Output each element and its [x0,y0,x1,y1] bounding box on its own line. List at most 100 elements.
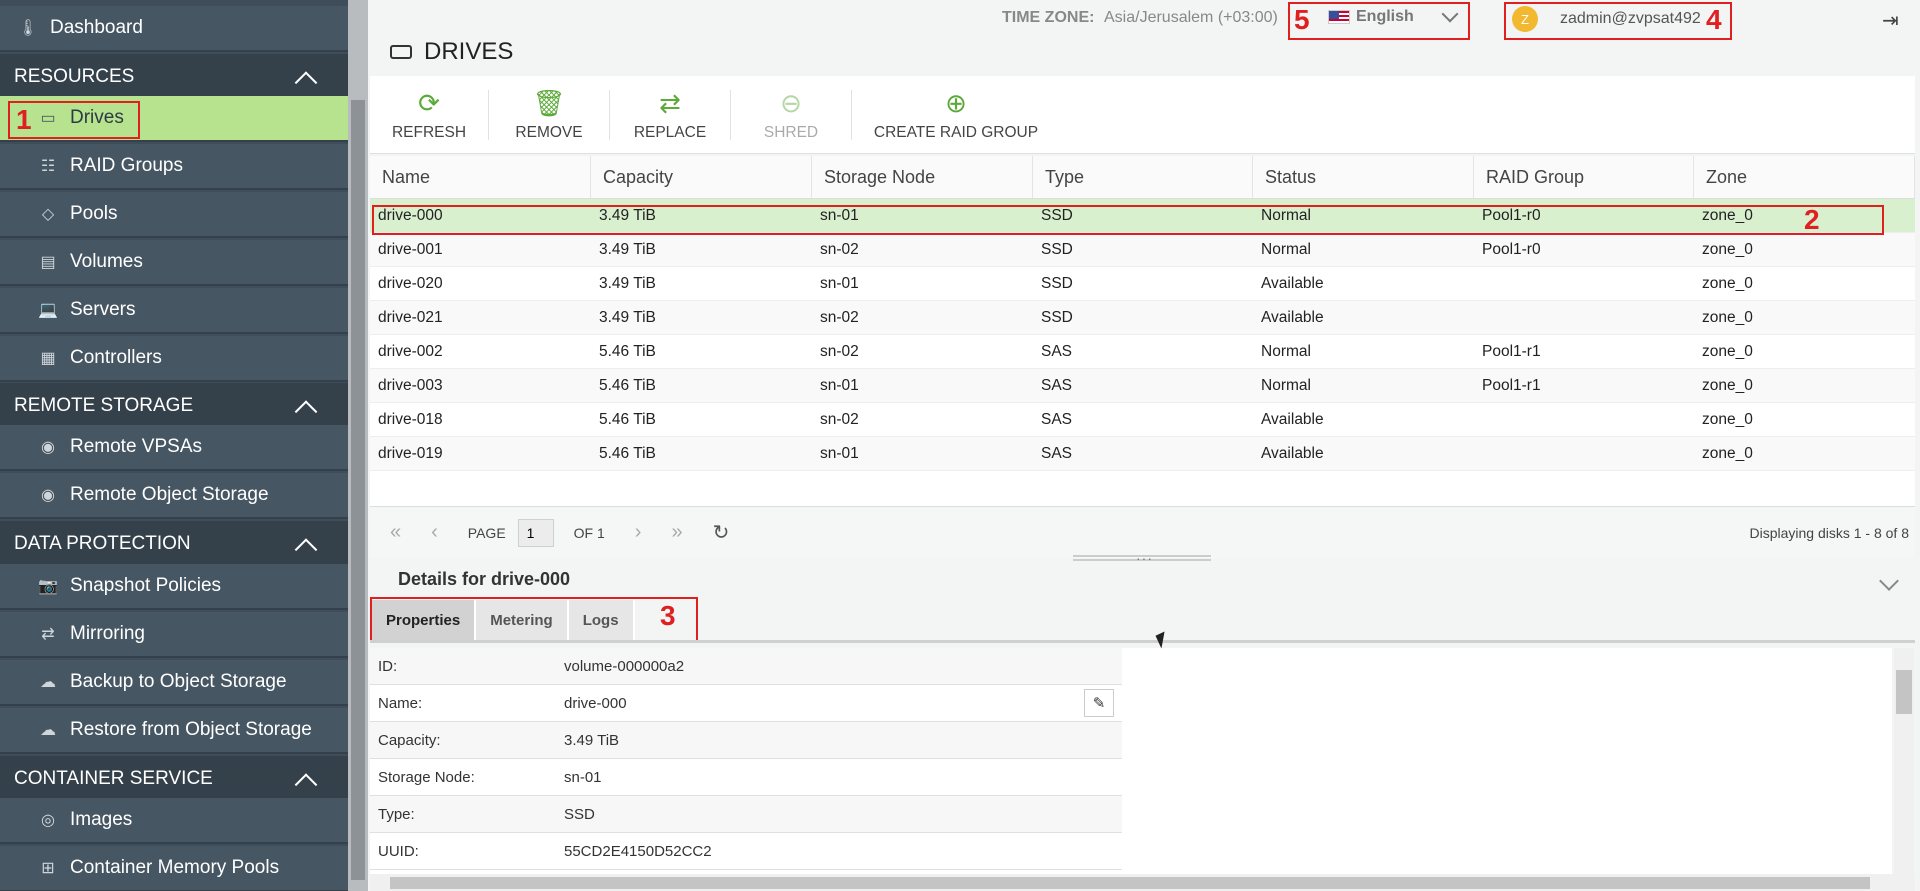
raid-icon: ☷ [40,158,56,175]
sidebar-item-container-memory-pools[interactable]: ⊞ Container Memory Pools [0,846,348,891]
cell-capacity: 5.46 TiB [599,444,656,462]
property-row-type: Type: SSD [370,796,1122,833]
prev-page-icon[interactable]: ‹ [431,521,438,544]
sidebar-item-dashboard[interactable]: 🌡 Dashboard [0,6,348,52]
page-input[interactable] [517,518,554,547]
table-row[interactable]: drive-018 5.46 TiB sn-02 SAS Available zone_0 [370,403,1915,437]
chevron-up-icon[interactable] [294,400,318,423]
cell-capacity: 3.49 TiB [599,308,656,326]
timezone-value: Asia/Jerusalem (+03:00) [1104,9,1278,26]
sidebar-item-mirroring[interactable]: ⇄ Mirroring [0,612,348,658]
controller-icon: ▦ [40,350,56,367]
sidebar-item-snapshot-policies[interactable]: 📷 Snapshot Policies [0,564,348,610]
chevron-up-icon[interactable] [294,773,318,796]
sidebar-item-volumes[interactable]: ▤ Volumes [0,240,348,286]
section-resources[interactable]: RESOURCES [0,54,348,100]
scrollbar-thumb[interactable] [1896,670,1912,714]
annotation-number-4: 4 [1706,4,1722,35]
column-header-zone[interactable]: Zone [1694,156,1915,198]
user-menu[interactable]: Z zadmin@zvpsat492 [1512,6,1701,32]
refresh-button[interactable]: ⟳ REFRESH [370,76,488,154]
sidebar-item-backup[interactable]: ☁ Backup to Object Storage [0,660,348,706]
page-count: OF 1 [573,524,605,541]
sidebar-item-label: Restore from Object Storage [70,719,312,740]
chevron-down-icon[interactable] [1879,571,1899,591]
sidebar-item-remote-object-storage[interactable]: ◉ Remote Object Storage [0,473,348,519]
table-row[interactable]: drive-003 5.46 TiB sn-01 SAS Normal Pool1-r1 z… [370,369,1915,403]
details-title: Details for drive-000 [398,569,571,589]
sidebar-item-controllers[interactable]: ▦ Controllers [0,336,348,382]
table-header: Name Capacity Storage Node Type Status R… [370,156,1915,199]
sidebar-scrollbar[interactable] [348,0,368,891]
sidebar-item-pools[interactable]: ◇ Pools [0,192,348,238]
cell-name: drive-002 [378,342,443,360]
sidebar-item-label: Mirroring [70,623,145,644]
cell-type: SSD [1041,308,1073,326]
cell-zone: zone_0 [1702,308,1753,326]
column-header-status[interactable]: Status [1253,156,1474,198]
table-row[interactable]: drive-002 5.46 TiB sn-02 SAS Normal Pool1-r1 z… [370,335,1915,369]
cell-type: SAS [1041,342,1073,360]
details-horizontal-scrollbar[interactable] [370,874,1915,891]
swap-icon: ⇄ [659,88,681,118]
us-flag-icon [1328,10,1350,24]
drive-icon [390,45,412,59]
sidebar-item-servers[interactable]: 💻 Servers [0,288,348,334]
cell-storage-node: sn-01 [820,206,859,224]
table-row[interactable]: drive-020 3.49 TiB sn-01 SSD Available zone_0 [370,267,1915,301]
logout-icon[interactable]: ⇥ [1882,8,1899,33]
property-value: sn-01 [564,768,602,786]
sidebar-item-restore[interactable]: ☁ Restore from Object Storage [0,708,348,754]
reload-icon[interactable]: ↻ [713,520,730,545]
cell-status: Normal [1261,376,1311,394]
drag-handle-icon[interactable]: ··· [1136,550,1153,566]
timezone: TIME ZONE: Asia/Jerusalem (+03:00) [1002,9,1278,27]
scrollbar-thumb[interactable] [351,100,365,880]
sidebar-item-drives[interactable]: ▭ Drives [0,96,348,142]
section-remote-storage[interactable]: REMOTE STORAGE [0,383,348,429]
section-title: REMOTE STORAGE [14,395,194,416]
cell-capacity: 5.46 TiB [599,376,656,394]
last-page-icon[interactable]: » [671,521,682,544]
column-header-storage-node[interactable]: Storage Node [812,156,1033,198]
cell-name: drive-019 [378,444,443,462]
chevron-up-icon[interactable] [294,71,318,94]
column-header-raid-group[interactable]: RAID Group [1474,156,1694,198]
tab-metering[interactable]: Metering [476,600,569,640]
replace-button[interactable]: ⇄ REPLACE [610,76,730,154]
first-page-icon[interactable]: « [390,521,401,544]
table-row[interactable]: drive-019 5.46 TiB sn-01 SAS Available zone_0 [370,437,1915,471]
cell-zone: zone_0 [1702,342,1753,360]
sidebar-item-images[interactable]: ◎ Images [0,798,348,844]
sidebar-item-label: Remote VPSAs [70,436,202,457]
sidebar-item-remote-vpsas[interactable]: ◉ Remote VPSAs [0,425,348,471]
details-vertical-scrollbar[interactable] [1894,648,1914,874]
next-page-icon[interactable]: › [635,521,642,544]
property-row-name: Name: drive-000 ✎ [370,685,1122,722]
chevron-up-icon[interactable] [294,538,318,561]
create-raid-group-button[interactable]: ⊕ CREATE RAID GROUP [852,76,1060,154]
page-label: PAGE [467,524,506,541]
table-row[interactable]: drive-001 3.49 TiB sn-02 SSD Normal Pool1-r0 z… [370,233,1915,267]
cell-capacity: 5.46 TiB [599,410,656,428]
sidebar-item-label: Images [70,809,133,830]
tab-properties[interactable]: Properties [372,600,477,640]
property-label: UUID: [378,842,419,860]
sidebar-item-label: Dashboard [50,17,143,38]
sidebar-item-raid-groups[interactable]: ☷ RAID Groups [0,144,348,190]
column-header-name[interactable]: Name [370,156,591,198]
tab-logs[interactable]: Logs [568,600,635,640]
edit-name-button[interactable]: ✎ [1084,689,1114,717]
column-header-capacity[interactable]: Capacity [591,156,812,198]
column-header-type[interactable]: Type [1033,156,1253,198]
section-data-protection[interactable]: DATA PROTECTION [0,521,348,567]
shred-button[interactable]: ⊖ SHRED [731,76,851,154]
table-row[interactable]: drive-000 3.49 TiB sn-01 SSD Normal Pool1-r0 z… [370,199,1915,233]
section-container-service[interactable]: CONTAINER SERVICE [0,756,348,802]
remove-button[interactable]: 🗑 REMOVE [489,76,609,154]
scrollbar-thumb[interactable] [390,877,1870,889]
table-row[interactable]: drive-021 3.49 TiB sn-02 SSD Available zone_0 [370,301,1915,335]
language-select[interactable]: English [1328,5,1459,26]
divider [370,640,1915,643]
volume-icon: ▤ [40,254,56,271]
